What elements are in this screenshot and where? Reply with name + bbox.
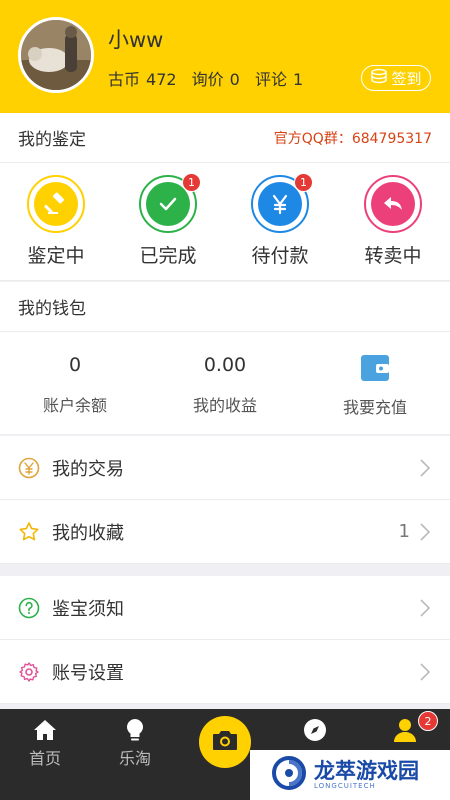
- tab-market[interactable]: 乐淘: [90, 715, 180, 769]
- wallet-title: 我的钱包: [18, 299, 86, 319]
- earnings-label: 我的收益: [192, 396, 257, 415]
- swirl-logo-icon: [272, 756, 306, 794]
- coins-value: 472: [146, 70, 177, 89]
- menu-label: 我的交易: [52, 458, 124, 480]
- favorites-count: 1: [398, 521, 410, 542]
- appraisal-title: 我的鉴定: [18, 130, 86, 150]
- compass-icon: [270, 715, 360, 745]
- inquiry-value: 0: [229, 70, 240, 89]
- tab-home[interactable]: 首页: [0, 715, 90, 769]
- review-value: 1: [292, 70, 304, 89]
- status-pending-payment[interactable]: 1 待付款: [224, 173, 336, 268]
- question-circle-icon: [18, 597, 40, 619]
- tab-label: 乐淘: [118, 749, 151, 768]
- signin-button[interactable]: 签到: [361, 65, 431, 91]
- star-icon: [18, 521, 40, 543]
- balance-label: 账户余额: [42, 396, 107, 415]
- wallet-icon: [300, 354, 450, 381]
- avatar[interactable]: [18, 17, 94, 93]
- tab-label: 首页: [28, 749, 61, 768]
- home-icon: [0, 715, 90, 745]
- chevron-right-icon: [418, 458, 432, 478]
- status-label: 转卖中: [364, 245, 422, 267]
- review-label: 评论: [254, 70, 287, 89]
- notification-badge: 1: [182, 173, 201, 192]
- tab-discover[interactable]: [270, 715, 360, 745]
- account-balance[interactable]: 0 账户余额: [0, 354, 150, 416]
- status-reselling[interactable]: 转卖中: [337, 175, 449, 268]
- appraisal-section-header: 我的鉴定 官方QQ群：684795317: [0, 113, 450, 163]
- watermark-text: 龙萃游戏园: [314, 758, 419, 783]
- reply-icon: [371, 182, 415, 226]
- camera-button[interactable]: [199, 716, 251, 768]
- recharge-label: 我要充值: [342, 398, 407, 417]
- menu-account-settings[interactable]: 账号设置: [0, 640, 450, 704]
- coins-label: 古币: [108, 70, 141, 89]
- status-label: 待付款: [251, 245, 309, 267]
- menu-appraisal-guide[interactable]: 鉴宝须知: [0, 576, 450, 640]
- signin-label: 签到: [391, 69, 422, 88]
- menu-my-favorites[interactable]: 我的收藏 1: [0, 500, 450, 564]
- yen-circle-icon: [18, 457, 40, 479]
- my-earnings[interactable]: 0.00 我的收益: [150, 354, 300, 416]
- chevron-right-icon: [418, 598, 432, 618]
- notification-badge: 1: [294, 173, 313, 192]
- status-appraising[interactable]: 鉴定中: [0, 175, 112, 268]
- wallet-row: 0 账户余额 0.00 我的收益 我要充值: [0, 332, 450, 434]
- username: 小ww: [108, 28, 164, 52]
- status-label: 鉴定中: [27, 245, 85, 267]
- menu-label: 鉴宝须知: [52, 598, 124, 620]
- profile-stats: 古币 472 询价 0 评论 1: [108, 66, 309, 90]
- status-label: 已完成: [139, 245, 197, 267]
- watermark-subtext: LONGCUITECH: [314, 781, 376, 790]
- inquiry-label: 询价: [191, 70, 224, 89]
- lightbulb-icon: [90, 715, 180, 745]
- wallet-section-header: 我的钱包: [0, 282, 450, 332]
- tab-notification-badge: 2: [418, 711, 438, 731]
- chevron-right-icon: [418, 522, 432, 542]
- qq-group-link[interactable]: 官方QQ群：684795317: [274, 128, 432, 148]
- gear-icon: [18, 661, 40, 683]
- watermark-logo: 龙萃游戏园 LONGCUITECH: [250, 750, 450, 800]
- balance-value: 0: [68, 354, 82, 376]
- status-completed[interactable]: 1 已完成: [112, 173, 224, 268]
- menu-my-trades[interactable]: 我的交易: [0, 436, 450, 500]
- menu-label: 账号设置: [52, 662, 124, 684]
- profile-header: 小ww 古币 472 询价 0 评论 1 签到: [0, 0, 450, 113]
- recharge-button[interactable]: 我要充值: [300, 354, 450, 418]
- menu-label: 我的收藏: [52, 522, 124, 544]
- gavel-icon: [34, 182, 78, 226]
- appraisal-status-row: 鉴定中 1 已完成 1 待付款 转卖中: [0, 163, 450, 281]
- chevron-right-icon: [418, 662, 432, 682]
- camera-icon: [211, 728, 239, 756]
- earnings-value: 0.00: [203, 354, 247, 376]
- coin-stack-icon: [370, 68, 388, 88]
